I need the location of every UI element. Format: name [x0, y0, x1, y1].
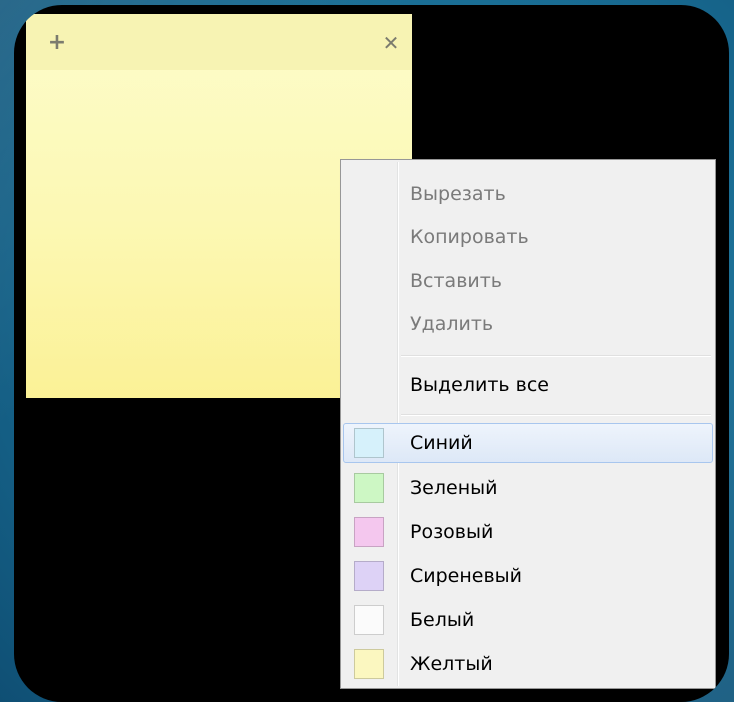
color-swatch-green — [354, 473, 384, 503]
menu-item-label: Копировать — [410, 226, 529, 248]
menu-item-label: Удалить — [410, 313, 494, 335]
context-menu: Вырезать Копировать Вставить Удалить Выд… — [340, 159, 716, 689]
menu-item-color-blue[interactable]: Синий — [343, 423, 713, 463]
menu-item-paste[interactable]: Вставить — [343, 261, 713, 301]
menu-item-label: Зеленый — [410, 477, 498, 499]
menu-item-label: Сиреневый — [410, 565, 523, 587]
menu-item-label: Вырезать — [410, 183, 506, 205]
color-swatch-purple — [354, 561, 384, 591]
close-icon[interactable]: ✕ — [380, 32, 402, 54]
menu-item-color-pink[interactable]: Розовый — [343, 512, 713, 552]
menu-item-label: Розовый — [410, 521, 494, 543]
menu-item-label: Синий — [410, 432, 473, 454]
menu-item-color-white[interactable]: Белый — [343, 600, 713, 640]
menu-item-color-purple[interactable]: Сиреневый — [343, 556, 713, 596]
color-swatch-white — [354, 605, 384, 635]
menu-item-label: Желтый — [410, 653, 493, 675]
menu-item-label: Выделить все — [410, 374, 549, 396]
menu-item-copy[interactable]: Копировать — [343, 217, 713, 257]
sticky-note-header[interactable]: + ✕ — [26, 14, 412, 70]
screen-area: + ✕ Вырезать Копировать Вставить Удалить… — [14, 5, 729, 702]
menu-separator — [401, 355, 711, 357]
color-swatch-blue — [354, 428, 384, 458]
menu-item-label: Белый — [410, 609, 475, 631]
color-swatch-pink — [354, 517, 384, 547]
plus-icon[interactable]: + — [46, 32, 68, 54]
menu-item-label: Вставить — [410, 270, 503, 292]
menu-item-color-yellow[interactable]: Желтый — [343, 644, 713, 684]
menu-item-color-green[interactable]: Зеленый — [343, 468, 713, 508]
menu-item-cut[interactable]: Вырезать — [343, 174, 713, 214]
color-swatch-yellow — [354, 649, 384, 679]
menu-separator — [401, 414, 711, 416]
menu-item-select-all[interactable]: Выделить все — [343, 365, 713, 405]
menu-item-delete[interactable]: Удалить — [343, 304, 713, 344]
